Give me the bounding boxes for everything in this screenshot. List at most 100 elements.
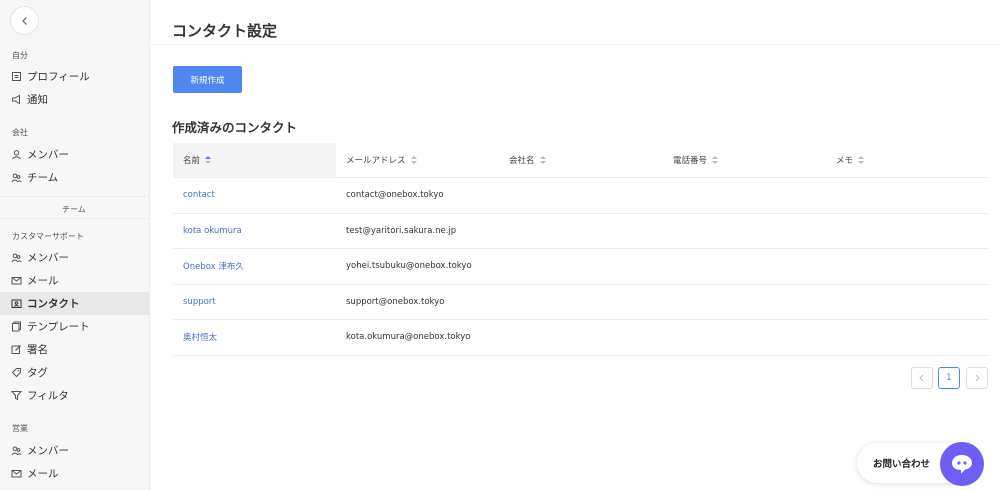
pagination-prev-button[interactable] xyxy=(911,367,933,389)
sort-icon xyxy=(410,155,417,165)
sidebar-item-label: タグ xyxy=(27,367,48,379)
contact-memo xyxy=(826,285,989,320)
table-row: 奥村恒太 kota.okumura@onebox.tokyo xyxy=(173,320,989,356)
sidebar-divider xyxy=(0,196,150,197)
pagination-page-button[interactable]: 1 xyxy=(938,367,960,389)
contact-phone xyxy=(663,320,826,355)
team-sub-label: チーム xyxy=(62,205,86,214)
profile-card-icon xyxy=(11,71,22,82)
contact-email: yohei.tsubuku@onebox.tokyo xyxy=(346,261,472,272)
contact-card-icon xyxy=(11,298,22,309)
team-icon xyxy=(11,445,22,456)
mail-icon xyxy=(11,468,22,479)
column-header-name[interactable]: 名前 xyxy=(173,143,336,177)
sidebar-item-company-members[interactable]: メンバー xyxy=(0,143,150,166)
contact-memo xyxy=(826,214,989,249)
chevron-left-icon xyxy=(919,374,924,382)
contact-name-link[interactable]: contact xyxy=(173,178,336,213)
sidebar-item-company-teams[interactable]: チーム xyxy=(0,166,150,189)
main-content: コンタクト設定 新規作成 作成済みのコンタクト 名前 メールアドレス 会社名 電… xyxy=(151,0,999,490)
page-title: コンタクト設定 xyxy=(172,22,278,40)
sidebar-item-label: メンバー xyxy=(27,149,69,161)
section-title: 作成済みのコンタクト xyxy=(172,120,298,135)
column-header-phone[interactable]: 電話番号 xyxy=(663,143,826,177)
sort-icon xyxy=(539,155,546,165)
sidebar-item-label: テンプレート xyxy=(27,321,90,333)
sort-icon xyxy=(205,155,212,165)
contact-memo xyxy=(826,320,989,355)
contact-phone xyxy=(663,178,826,213)
sort-icon xyxy=(858,155,865,165)
contact-email: support@onebox.tokyo xyxy=(346,296,445,307)
contact-company xyxy=(499,214,663,249)
user-icon xyxy=(11,149,22,160)
create-new-button[interactable]: 新規作成 xyxy=(173,66,242,93)
sidebar-item-support-members[interactable]: メンバー xyxy=(0,246,150,269)
sidebar-item-notifications[interactable]: 通知 xyxy=(0,88,150,111)
tag-icon xyxy=(11,367,22,378)
column-header-email[interactable]: メールアドレス xyxy=(336,143,499,177)
sidebar-item-support-mail[interactable]: メール xyxy=(0,269,150,292)
contact-phone xyxy=(663,285,826,320)
contact-email: kota.okumura@onebox.tokyo xyxy=(346,332,471,343)
contacts-table: 名前 メールアドレス 会社名 電話番号 メモ contact contact@o… xyxy=(173,143,989,356)
table-row: contact contact@onebox.tokyo xyxy=(173,178,989,214)
pagination-next-button[interactable] xyxy=(966,367,988,389)
contact-us-label: お問い合わせ xyxy=(873,459,931,470)
column-header-memo[interactable]: メモ xyxy=(826,143,989,177)
contact-name-link[interactable]: 奥村恒太 xyxy=(173,320,336,355)
sidebar-item-label: メンバー xyxy=(27,445,69,457)
sidebar-item-sales-mail[interactable]: メール xyxy=(0,462,150,485)
sidebar-item-support-contacts[interactable]: コンタクト xyxy=(0,292,150,315)
contact-memo xyxy=(826,249,989,284)
contact-name-link[interactable]: Onebox 津布久 xyxy=(173,249,336,284)
sidebar-item-label: メール xyxy=(27,468,59,480)
sidebar-item-support-templates[interactable]: テンプレート xyxy=(0,315,150,338)
contact-name-link[interactable]: support xyxy=(173,285,336,320)
contact-name-link[interactable]: kota okumura xyxy=(173,214,336,249)
sidebar-item-profile[interactable]: プロフィール xyxy=(0,65,150,88)
chat-launcher-button[interactable] xyxy=(940,442,984,486)
filter-icon xyxy=(11,390,22,401)
sidebar-item-support-signature[interactable]: 署名 xyxy=(0,338,150,361)
back-button[interactable] xyxy=(10,6,39,35)
sidebar-item-sales-members[interactable]: メンバー xyxy=(0,439,150,462)
contact-email: test@yaritori.sakura.ne.jp xyxy=(346,225,457,236)
edit-icon xyxy=(11,344,22,355)
contact-email: contact@onebox.tokyo xyxy=(346,190,444,201)
contact-company xyxy=(499,320,663,355)
team-icon xyxy=(11,172,22,183)
column-header-company[interactable]: 会社名 xyxy=(499,143,663,177)
sidebar-item-label: チーム xyxy=(27,172,59,184)
sidebar-divider xyxy=(0,218,150,219)
contact-company xyxy=(499,285,663,320)
copy-icon xyxy=(11,321,22,332)
table-row: support support@onebox.tokyo xyxy=(173,285,989,320)
sidebar-item-label: 署名 xyxy=(27,344,48,356)
contact-phone xyxy=(663,214,826,249)
sidebar-item-support-tags[interactable]: タグ xyxy=(0,361,150,384)
contact-company xyxy=(499,178,663,213)
sidebar-item-label: プロフィール xyxy=(27,71,90,83)
chat-bubble-icon xyxy=(952,455,972,474)
sidebar-item-label: メール xyxy=(27,275,59,287)
contact-company xyxy=(499,249,663,284)
team-icon xyxy=(11,252,22,263)
title-divider xyxy=(151,44,999,45)
sidebar-item-label: コンタクト xyxy=(27,298,80,310)
mail-icon xyxy=(11,275,22,286)
chevron-left-icon xyxy=(21,16,27,25)
sort-icon xyxy=(712,155,719,165)
chevron-right-icon xyxy=(975,374,980,382)
sidebar-item-label: メンバー xyxy=(27,252,69,264)
group-label-support: カスタマーサポート xyxy=(12,232,84,241)
group-label-sales: 営業 xyxy=(12,424,28,433)
table-header: 名前 メールアドレス 会社名 電話番号 メモ xyxy=(173,143,989,178)
table-row: kota okumura test@yaritori.sakura.ne.jp xyxy=(173,214,989,249)
megaphone-icon xyxy=(11,94,22,105)
sidebar: 自分 プロフィール 通知 会社 メンバー チーム チーム カスタマーサポート メ… xyxy=(0,0,150,490)
group-label-self: 自分 xyxy=(12,51,28,60)
sidebar-item-label: 通知 xyxy=(27,94,48,106)
sidebar-item-support-filters[interactable]: フィルタ xyxy=(0,384,150,407)
sidebar-item-label: フィルタ xyxy=(27,390,69,402)
